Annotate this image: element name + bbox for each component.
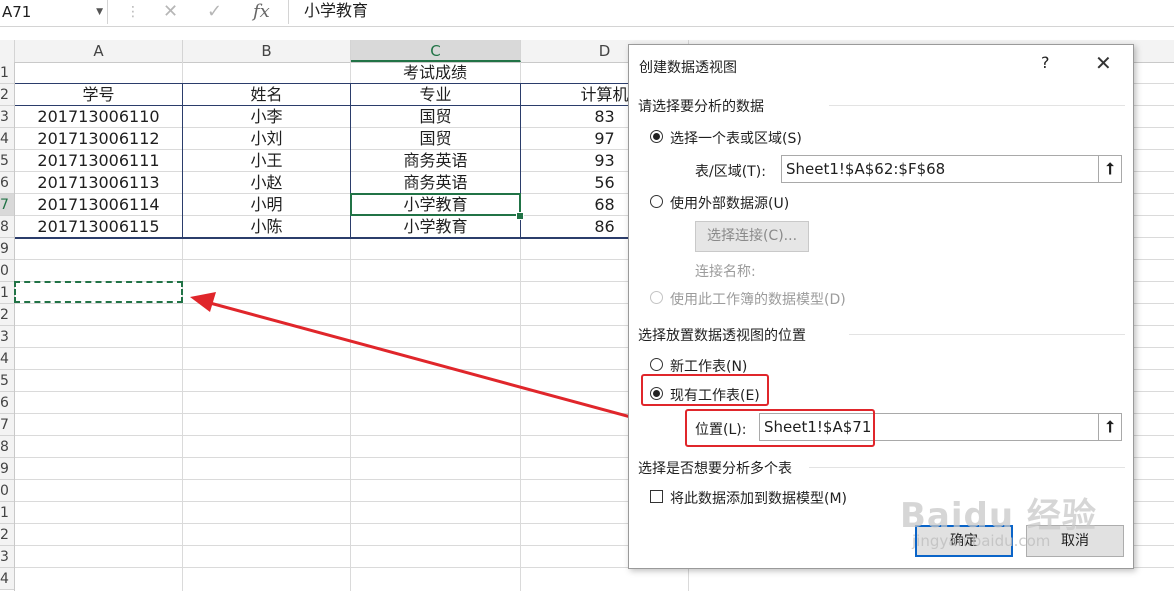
- radio-new-worksheet[interactable]: [650, 358, 663, 371]
- section-title-location: 选择放置数据透视图的位置: [638, 328, 806, 344]
- help-button[interactable]: ?: [1041, 53, 1050, 72]
- section-title-multi: 选择是否想要分析多个表: [638, 461, 792, 477]
- dialog-title: 创建数据透视图: [639, 60, 737, 76]
- radio-external-source[interactable]: [650, 195, 663, 208]
- radio-new-worksheet-label[interactable]: 新工作表(N): [670, 356, 747, 376]
- add-to-data-model-checkbox[interactable]: [650, 490, 663, 503]
- add-to-data-model-label[interactable]: 将此数据添加到数据模型(M): [670, 488, 847, 508]
- watermark-logo: Baidu 经验: [900, 496, 1097, 536]
- section-title-data: 请选择要分析的数据: [638, 99, 764, 115]
- watermark-url: jingyan.baidu.com: [912, 532, 1051, 550]
- radio-table-range[interactable]: [650, 130, 663, 143]
- highlight-box: [685, 409, 875, 447]
- table-range-input[interactable]: Sheet1!$A$62:$F$68: [781, 155, 1099, 183]
- highlight-box: [641, 374, 769, 406]
- radio-data-model-label[interactable]: 使用此工作簿的数据模型(D): [670, 289, 846, 309]
- section-divider: [829, 105, 1125, 106]
- radio-data-model[interactable]: [650, 291, 663, 304]
- radio-table-range-label[interactable]: 选择一个表或区域(S): [670, 128, 802, 148]
- close-icon[interactable]: ✕: [1095, 51, 1112, 75]
- radio-external-source-label[interactable]: 使用外部数据源(U): [670, 193, 789, 213]
- collapse-dialog-icon[interactable]: ⭡: [1098, 413, 1122, 441]
- connection-name-label: 连接名称:: [695, 264, 756, 280]
- section-divider: [809, 467, 1125, 468]
- collapse-dialog-icon[interactable]: ⭡: [1098, 155, 1122, 183]
- choose-connection-button[interactable]: 选择连接(C)...: [695, 221, 809, 252]
- table-range-label: 表/区域(T):: [695, 164, 766, 180]
- section-divider: [849, 334, 1125, 335]
